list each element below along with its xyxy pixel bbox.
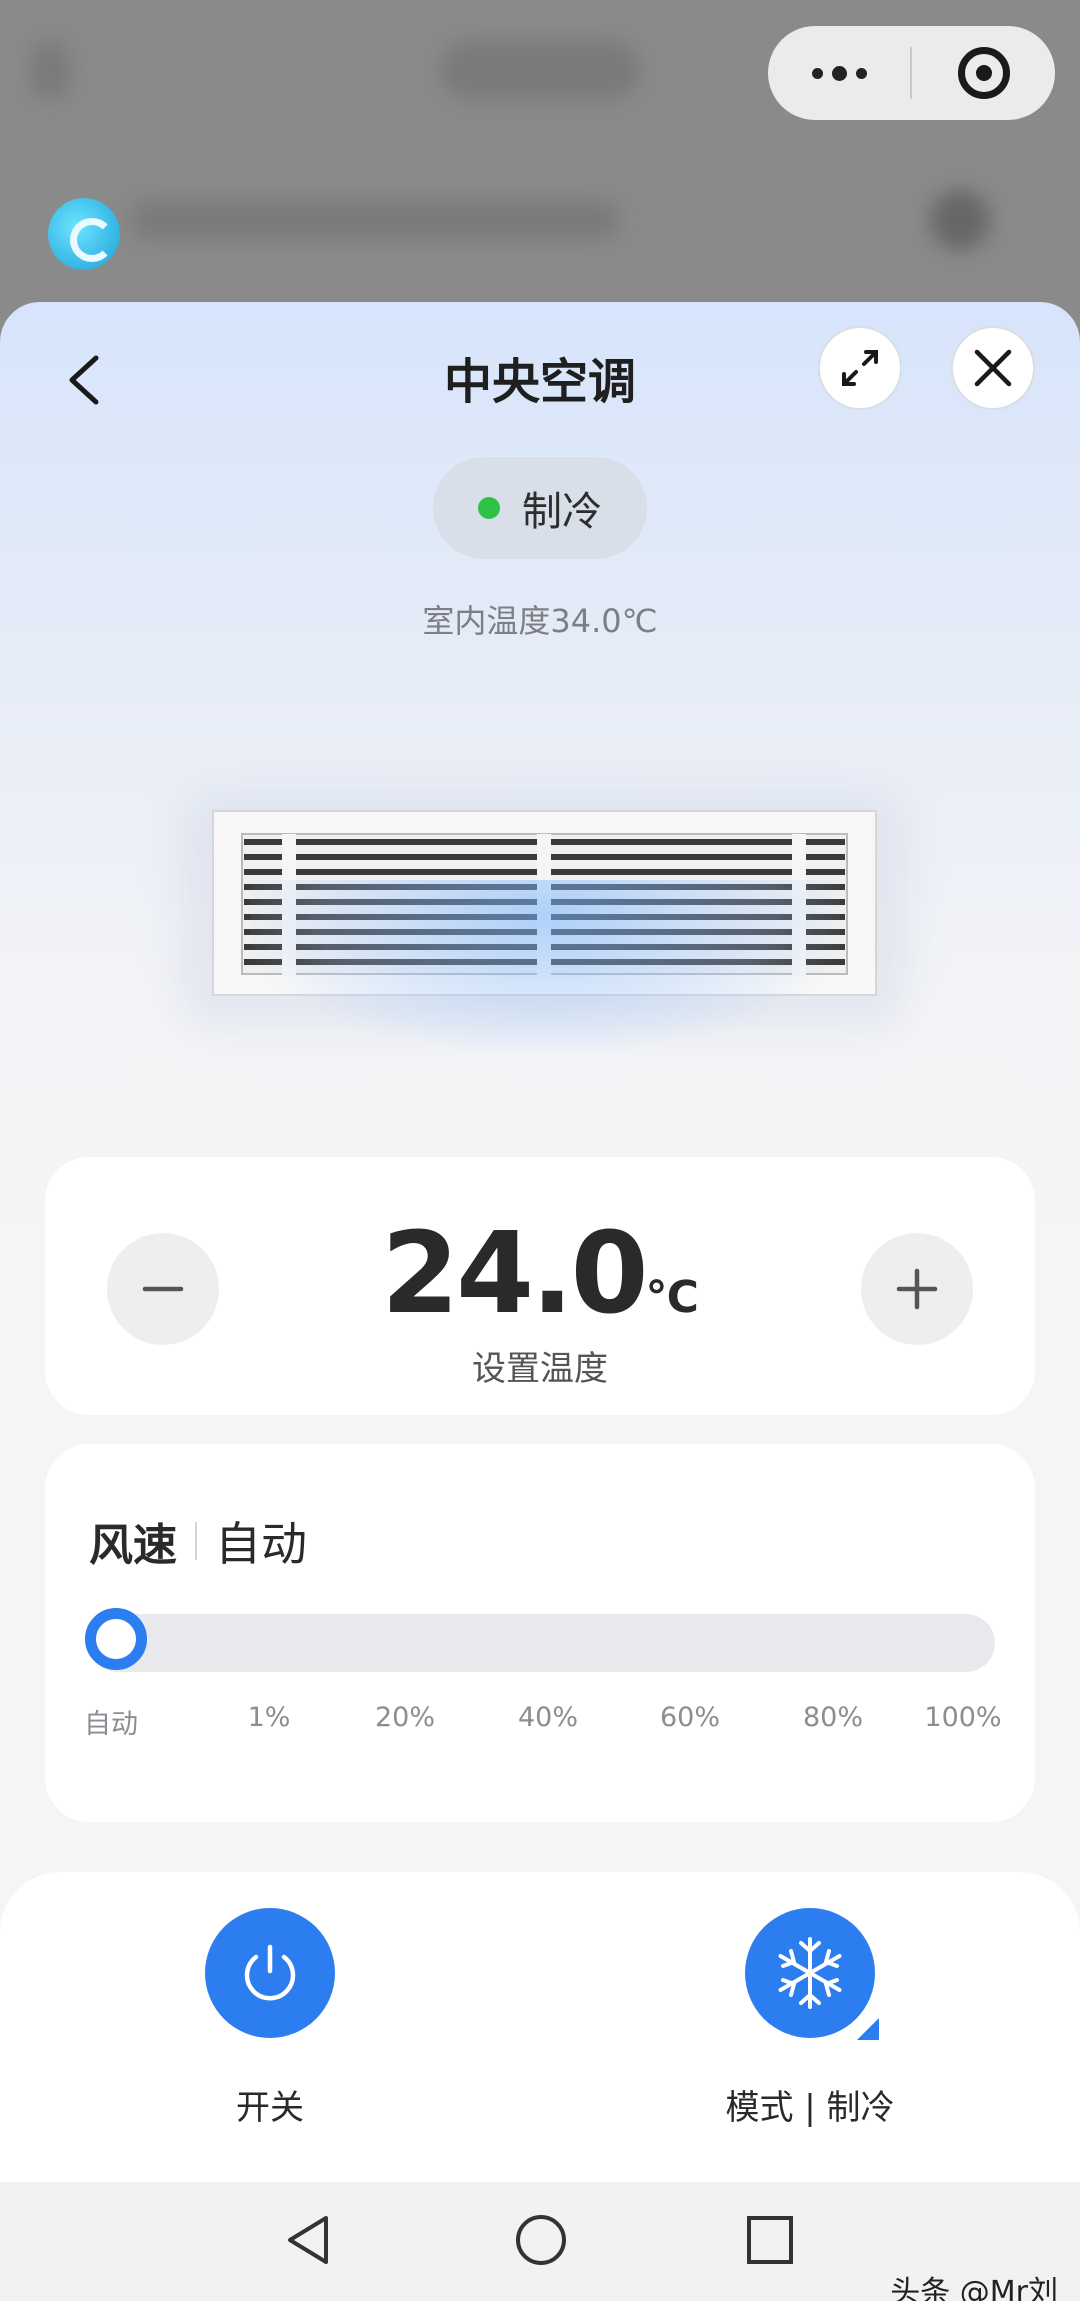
temperature-unit: ℃: [645, 1272, 699, 1323]
nav-back-icon[interactable]: [282, 2212, 334, 2268]
power-label: 开关: [236, 2088, 304, 2128]
fan-tick[interactable]: 1%: [248, 1702, 291, 1733]
mode-button-circle[interactable]: [745, 1908, 879, 2040]
fan-speed-slider[interactable]: [89, 1614, 995, 1672]
bottom-actions: 开关 模式 | 制冷: [0, 1872, 1080, 2182]
expand-button[interactable]: [818, 326, 902, 410]
fan-speed-divider: [195, 1522, 197, 1560]
mode-button[interactable]: 模式 | 制冷: [660, 1908, 960, 2129]
power-button[interactable]: 开关: [120, 1908, 420, 2129]
background-blur: [130, 200, 620, 240]
fan-speed-slider-handle[interactable]: [85, 1608, 147, 1670]
snowflake-icon: [778, 1937, 842, 2009]
mode-more-indicator: [857, 2018, 879, 2040]
power-icon: [244, 1944, 296, 2001]
page-title: 中央空调: [443, 354, 636, 410]
fan-tick[interactable]: 60%: [660, 1702, 720, 1733]
increase-temp-button[interactable]: [861, 1233, 973, 1345]
expand-icon: [842, 350, 878, 386]
fan-speed-value: 自动: [215, 1517, 307, 1571]
temperature-card: 24.0℃ 设置温度: [45, 1157, 1035, 1415]
close-button[interactable]: [951, 326, 1035, 410]
status-dot: [478, 497, 500, 519]
indoor-temperature: 室内温度34.0℃: [422, 602, 658, 640]
plus-icon: [896, 1268, 938, 1310]
nav-home-icon[interactable]: [513, 2212, 569, 2268]
background-blur: [30, 40, 70, 100]
target-icon[interactable]: [912, 47, 1055, 99]
nav-recents-icon[interactable]: [744, 2212, 796, 2268]
app-logo: [48, 198, 120, 270]
background-blur: [930, 190, 990, 250]
status-text: 制冷: [522, 489, 602, 535]
fan-tick[interactable]: 100%: [924, 1702, 1001, 1733]
fan-tick[interactable]: 40%: [518, 1702, 578, 1733]
fan-tick[interactable]: 80%: [803, 1702, 863, 1733]
cold-air-glow: [250, 880, 840, 1050]
background-blur: [440, 40, 640, 100]
fan-speed-header: 风速 自动: [89, 1508, 307, 1574]
close-icon: [974, 349, 1012, 387]
fan-speed-label: 风速: [89, 1520, 177, 1571]
fan-speed-ticks: 自动 1% 20% 40% 60% 80% 100%: [45, 1702, 1035, 1742]
power-button-circle[interactable]: [205, 1908, 335, 2038]
temperature-label: 设置温度: [472, 1349, 608, 1389]
miniprogram-capsule: [768, 26, 1055, 120]
fan-tick[interactable]: 自动: [84, 1702, 138, 1741]
status-badge: 制冷: [433, 457, 647, 559]
temperature-value: 24.0: [381, 1209, 648, 1339]
watermark: 头条 @Mr刘: [890, 2275, 1058, 2301]
more-icon[interactable]: [768, 65, 910, 81]
mode-label: 模式 | 制冷: [725, 2088, 895, 2128]
fan-speed-card: 风速 自动 自动 1% 20% 40% 60% 80% 100%: [45, 1444, 1035, 1822]
fan-tick[interactable]: 20%: [375, 1702, 435, 1733]
ac-control-sheet: 中央空调 制冷 室内温度34.0℃ 24.0℃ 设置温度 风速 自动 自动 1%…: [0, 302, 1080, 2182]
